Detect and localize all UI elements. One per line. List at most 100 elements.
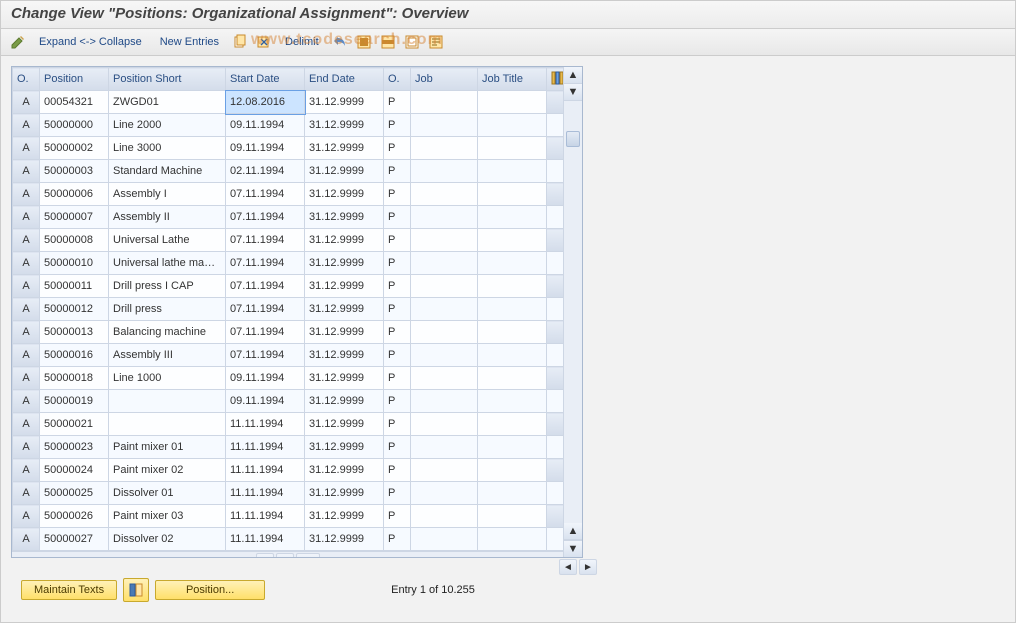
cell-spacer[interactable] — [547, 344, 564, 367]
cell-o[interactable]: A — [13, 160, 40, 183]
cell-o[interactable]: A — [13, 298, 40, 321]
table-row[interactable]: A50000026Paint mixer 0311.11.199431.12.9… — [13, 505, 564, 528]
cell-o2[interactable]: P — [384, 252, 411, 275]
cell-o[interactable]: A — [13, 275, 40, 298]
new-entries-button[interactable]: New Entries — [154, 34, 225, 50]
cell-job-title[interactable] — [478, 206, 547, 229]
cell-position-short[interactable]: Dissolver 01 — [109, 482, 226, 505]
col-header-position[interactable]: Position — [40, 68, 109, 91]
configure-columns-icon[interactable] — [547, 68, 564, 91]
table-row[interactable]: A50000018Line 100009.11.199431.12.9999P — [13, 367, 564, 390]
cell-job[interactable] — [411, 459, 478, 482]
cell-start-date[interactable]: 02.11.1994 — [226, 160, 305, 183]
table-row[interactable]: A50000027Dissolver 0211.11.199431.12.999… — [13, 528, 564, 551]
cell-start-date[interactable]: 09.11.1994 — [226, 390, 305, 413]
cell-o[interactable]: A — [13, 206, 40, 229]
cell-position-short[interactable]: Universal lathe ma… — [109, 252, 226, 275]
print-icon[interactable] — [427, 33, 445, 51]
cell-o[interactable]: A — [13, 114, 40, 137]
scroll-up-icon[interactable]: ▲ — [564, 67, 582, 84]
cell-job[interactable] — [411, 344, 478, 367]
select-all-icon[interactable] — [355, 33, 373, 51]
scroll-track-vertical[interactable] — [564, 101, 582, 523]
cell-job[interactable] — [411, 390, 478, 413]
cell-position-short[interactable]: Dissolver 02 — [109, 528, 226, 551]
cell-start-date[interactable]: 07.11.1994 — [226, 275, 305, 298]
cell-spacer[interactable] — [547, 275, 564, 298]
cell-position-short[interactable]: Line 3000 — [109, 137, 226, 160]
cell-start-date[interactable]: 11.11.1994 — [226, 482, 305, 505]
cell-position[interactable]: 50000016 — [40, 344, 109, 367]
cell-job[interactable] — [411, 321, 478, 344]
cell-job[interactable] — [411, 183, 478, 206]
vertical-scrollbar[interactable]: ▲ ▼ ▲ ▼ — [563, 67, 582, 557]
maintain-texts-button[interactable]: Maintain Texts — [21, 580, 117, 600]
cell-job-title[interactable] — [478, 252, 547, 275]
scroll-left-icon[interactable]: ◄ — [256, 553, 274, 557]
cell-o2[interactable]: P — [384, 160, 411, 183]
cell-o2[interactable]: P — [384, 206, 411, 229]
cell-job-title[interactable] — [478, 390, 547, 413]
scroll-thumb[interactable] — [566, 131, 580, 147]
table-row[interactable]: A50000012Drill press07.11.199431.12.9999… — [13, 298, 564, 321]
cell-end-date[interactable]: 31.12.9999 — [305, 252, 384, 275]
cell-start-date[interactable]: 09.11.1994 — [226, 367, 305, 390]
cell-o[interactable]: A — [13, 344, 40, 367]
cell-position-short[interactable]: Standard Machine — [109, 160, 226, 183]
cell-o2[interactable]: P — [384, 528, 411, 551]
cell-end-date[interactable]: 31.12.9999 — [305, 390, 384, 413]
cell-spacer[interactable] — [547, 413, 564, 436]
scroll-right-icon[interactable]: ► — [276, 553, 294, 557]
cell-position[interactable]: 50000013 — [40, 321, 109, 344]
cell-position-short[interactable]: Line 2000 — [109, 114, 226, 137]
cell-position[interactable]: 50000018 — [40, 367, 109, 390]
delete-icon[interactable] — [255, 33, 273, 51]
cell-job[interactable] — [411, 436, 478, 459]
delimit-button[interactable]: Delimit — [279, 34, 325, 50]
cell-start-date[interactable]: 12.08.2016 — [226, 91, 305, 114]
cell-end-date[interactable]: 31.12.9999 — [305, 229, 384, 252]
table-row[interactable]: A50000024Paint mixer 0211.11.199431.12.9… — [13, 459, 564, 482]
cell-spacer[interactable] — [547, 229, 564, 252]
cell-job[interactable] — [411, 114, 478, 137]
cell-position[interactable]: 50000003 — [40, 160, 109, 183]
col-header-end-date[interactable]: End Date — [305, 68, 384, 91]
cell-spacer[interactable] — [547, 137, 564, 160]
cell-o2[interactable]: P — [384, 137, 411, 160]
cell-spacer[interactable] — [547, 91, 564, 114]
cell-position[interactable]: 50000025 — [40, 482, 109, 505]
cell-job[interactable] — [411, 367, 478, 390]
cell-spacer[interactable] — [547, 482, 564, 505]
cell-spacer[interactable] — [547, 160, 564, 183]
cell-o[interactable]: A — [13, 252, 40, 275]
cell-position-short[interactable]: Paint mixer 02 — [109, 459, 226, 482]
cell-job[interactable] — [411, 298, 478, 321]
cell-start-date[interactable]: 11.11.1994 — [226, 528, 305, 551]
cell-position-short[interactable]: Line 1000 — [109, 367, 226, 390]
cell-o2[interactable]: P — [384, 413, 411, 436]
cell-o2[interactable]: P — [384, 321, 411, 344]
variant-icon[interactable] — [123, 578, 149, 602]
cell-end-date[interactable]: 31.12.9999 — [305, 413, 384, 436]
cell-o[interactable]: A — [13, 137, 40, 160]
cell-o2[interactable]: P — [384, 459, 411, 482]
cell-job[interactable] — [411, 275, 478, 298]
cell-o[interactable]: A — [13, 367, 40, 390]
cell-job[interactable] — [411, 482, 478, 505]
cell-start-date[interactable]: 11.11.1994 — [226, 505, 305, 528]
cell-o2[interactable]: P — [384, 344, 411, 367]
cell-job-title[interactable] — [478, 91, 547, 114]
cell-start-date[interactable]: 07.11.1994 — [226, 252, 305, 275]
cell-position[interactable]: 50000008 — [40, 229, 109, 252]
col-header-job[interactable]: Job — [411, 68, 478, 91]
cell-start-date[interactable]: 09.11.1994 — [226, 137, 305, 160]
cell-o2[interactable]: P — [384, 436, 411, 459]
scroll-track[interactable]: ⋯ — [296, 553, 320, 557]
cell-position[interactable]: 50000019 — [40, 390, 109, 413]
cell-job-title[interactable] — [478, 505, 547, 528]
cell-spacer[interactable] — [547, 114, 564, 137]
cell-position-short[interactable]: Paint mixer 01 — [109, 436, 226, 459]
cell-job-title[interactable] — [478, 482, 547, 505]
cell-job-title[interactable] — [478, 183, 547, 206]
cell-job-title[interactable] — [478, 275, 547, 298]
